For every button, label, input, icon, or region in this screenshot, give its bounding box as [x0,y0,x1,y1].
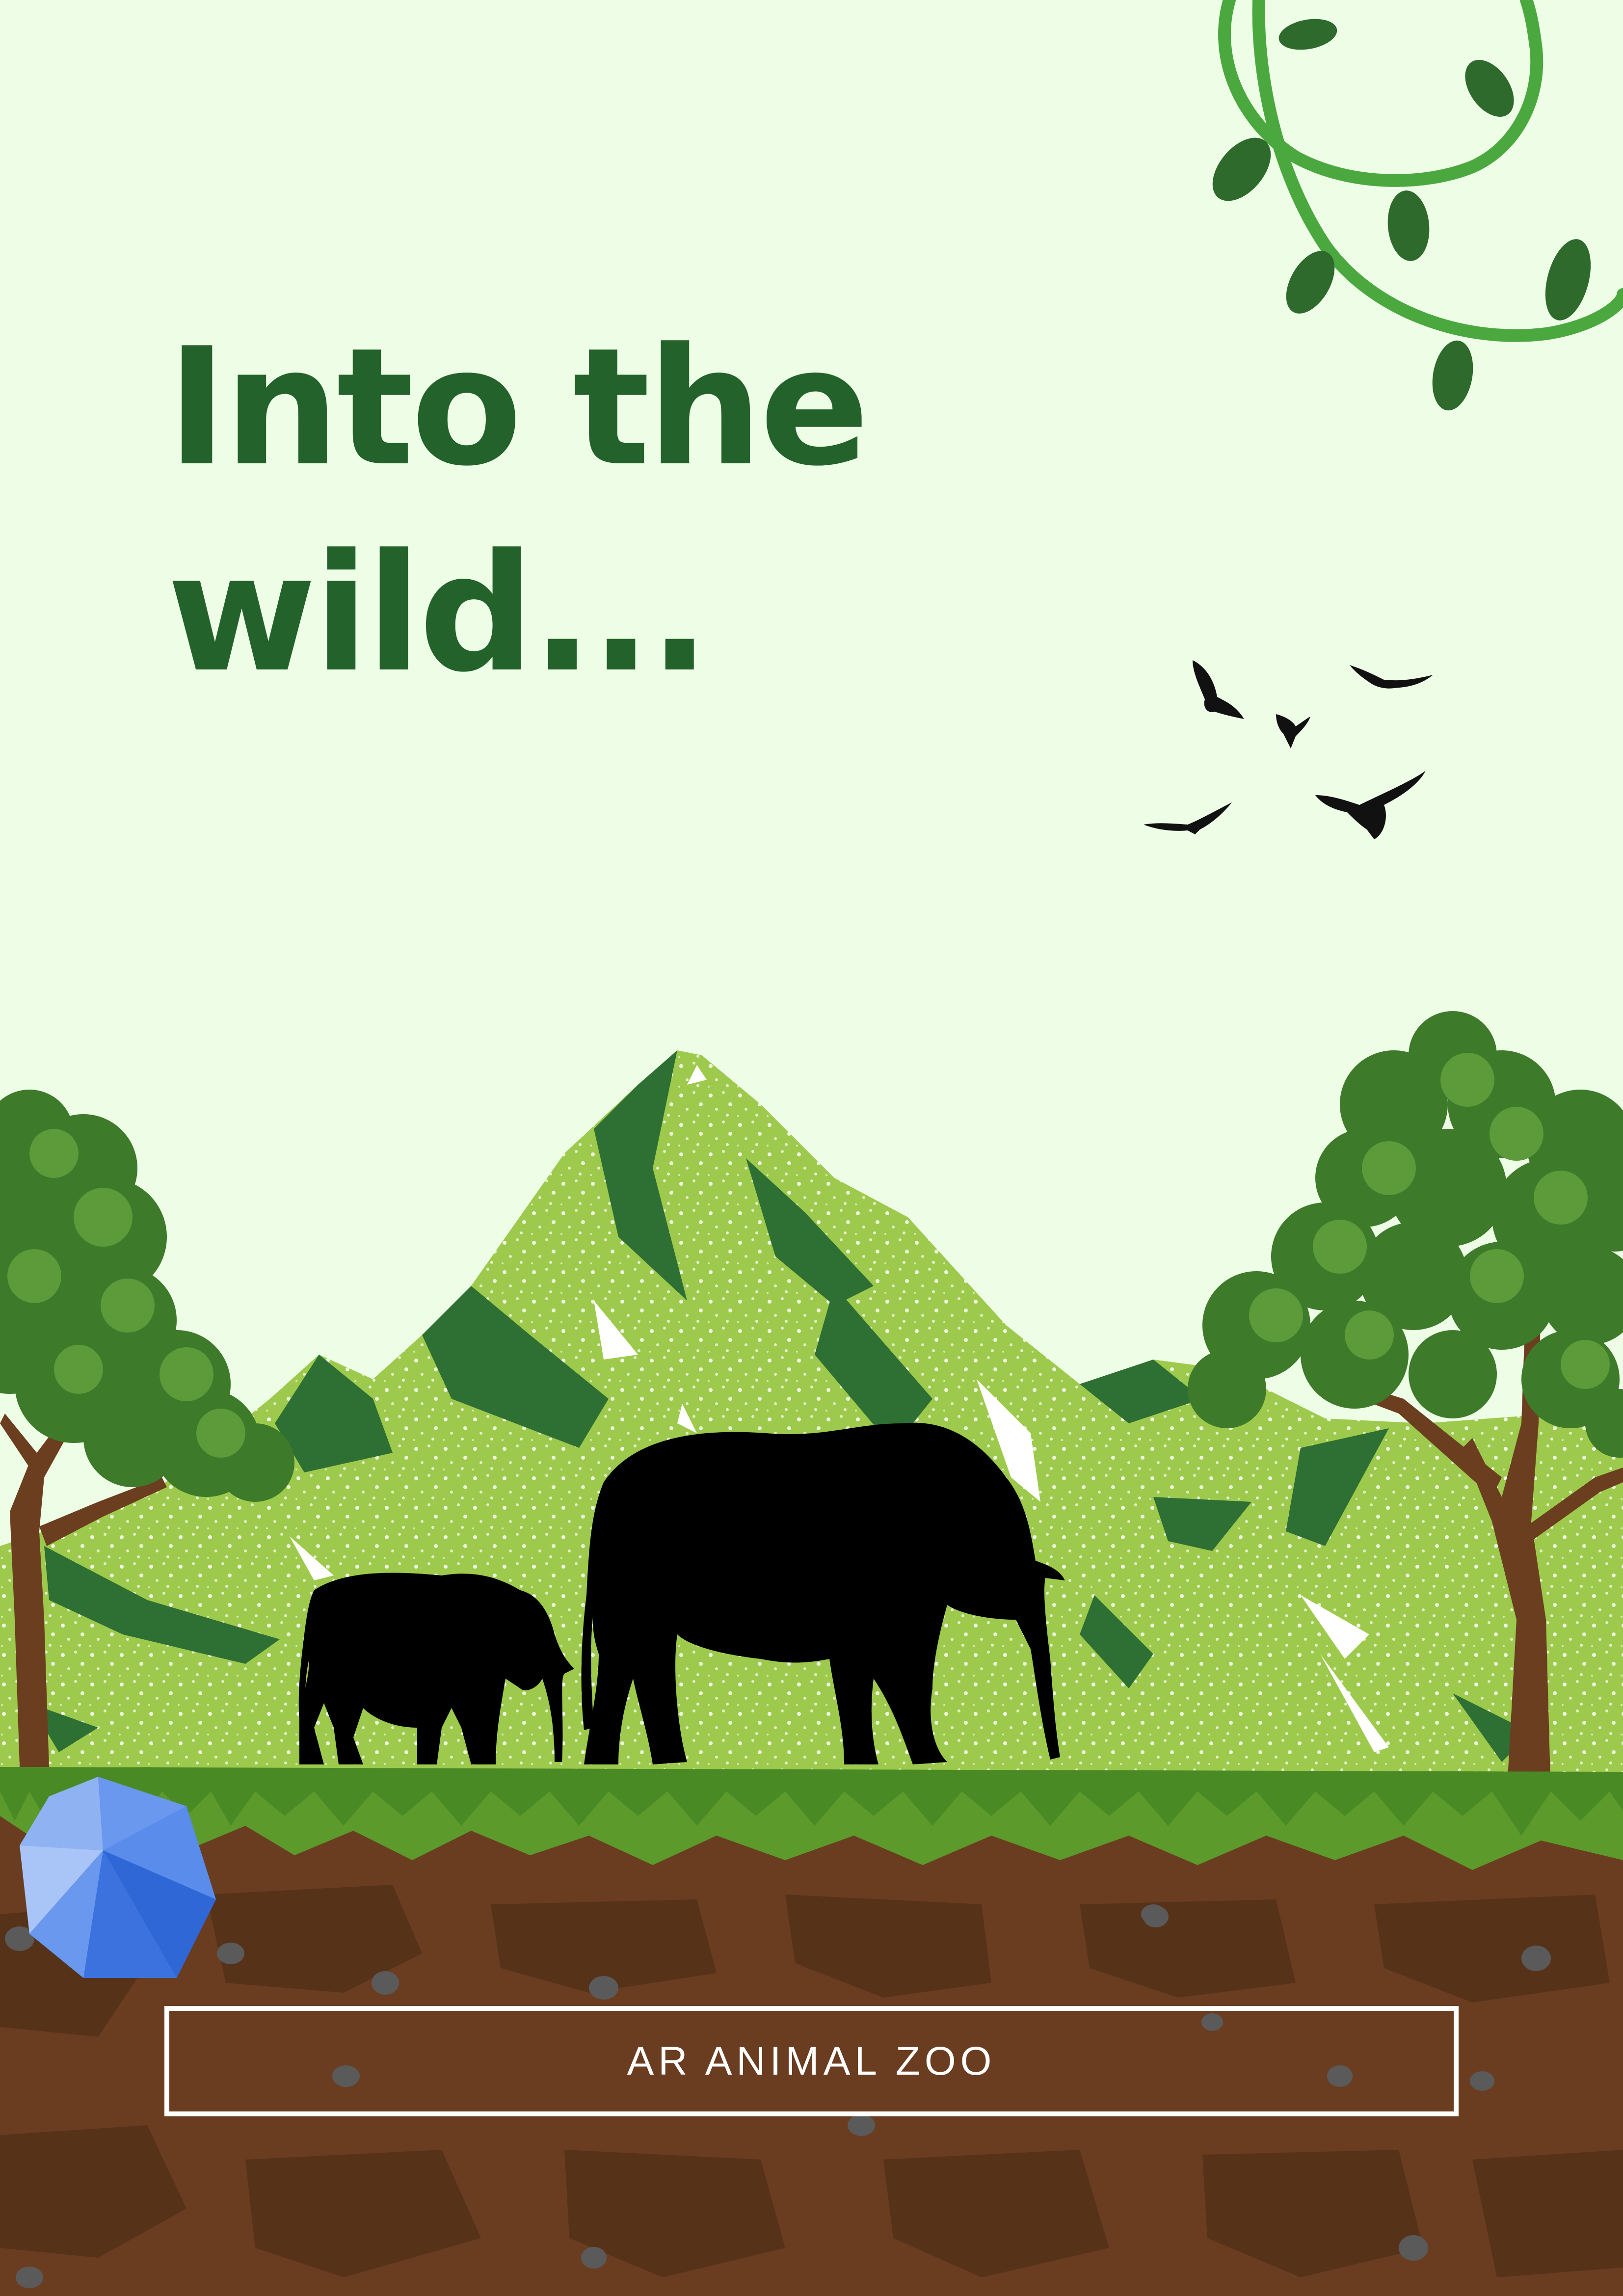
vine-icon [1212,0,1623,411]
headline-line-1: Into the [167,313,870,502]
headline-line-2: wild... [167,519,710,708]
gem-icon [20,1777,216,1978]
flying-bird-icon [1144,660,1433,839]
headline-title: Into the wild... [167,304,870,717]
banner-label: AR ANIMAL ZOO [627,2038,996,2083]
banner-box: AR ANIMAL ZOO [164,2006,1459,2116]
